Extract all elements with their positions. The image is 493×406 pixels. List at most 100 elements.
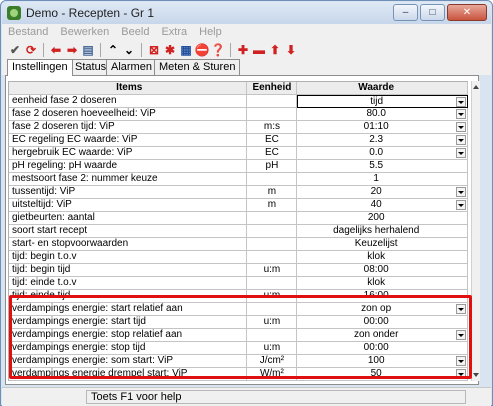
- row-value-text: Keuzelijst: [354, 238, 398, 249]
- row-value[interactable]: 0.0: [297, 147, 468, 160]
- table-row[interactable]: gietbeurten: aantal 200: [9, 212, 468, 225]
- scroll-down-icon[interactable]: [473, 373, 479, 377]
- menu-help[interactable]: Help: [199, 24, 222, 40]
- move-down-icon[interactable]: ⬇: [284, 43, 298, 57]
- header-unit[interactable]: Eenheid: [247, 82, 298, 95]
- row-value[interactable]: klok: [297, 251, 468, 264]
- row-value-text: 0.0: [369, 147, 384, 158]
- print-icon[interactable]: ▦: [179, 43, 193, 57]
- row-item-label: fase 2 doseren tijd: ViP: [9, 121, 248, 134]
- tab-instellingen[interactable]: Instellingen: [7, 59, 73, 76]
- table-row[interactable]: mestsoort fase 2: nummer keuze 1: [9, 173, 468, 186]
- row-unit: m:s: [247, 121, 298, 134]
- row-value[interactable]: 1: [297, 173, 468, 186]
- row-item-label: uitsteltijd: ViP: [9, 199, 248, 212]
- toolbar-separator: [43, 42, 44, 57]
- menu-beeld[interactable]: Beeld: [121, 24, 149, 40]
- row-value[interactable]: Keuzelijst: [297, 238, 468, 251]
- list-icon[interactable]: ▤: [81, 43, 95, 57]
- row-value[interactable]: 200: [297, 212, 468, 225]
- check-icon[interactable]: ✔: [8, 43, 22, 57]
- menu-bestand[interactable]: Bestand: [8, 24, 48, 40]
- dropdown-arrow-icon[interactable]: [456, 109, 466, 119]
- row-unit: m: [247, 199, 298, 212]
- row-value-text: 1: [373, 173, 379, 184]
- arrow-left-icon[interactable]: ⬅: [49, 43, 63, 57]
- dropdown-arrow-icon[interactable]: [456, 148, 466, 158]
- tab-alarmen[interactable]: Alarmen: [106, 59, 157, 75]
- row-value[interactable]: dagelijks herhalend: [297, 225, 468, 238]
- dropdown-arrow-icon[interactable]: [456, 122, 466, 132]
- row-unit: [247, 277, 298, 290]
- row-item-label: tijd: begin t.o.v: [9, 251, 248, 264]
- row-value-text: tijd: [370, 96, 384, 107]
- vertical-scrollbar[interactable]: [471, 81, 480, 381]
- toolbar: ✔ ⟳ ⬅ ➡ ▤ ⌃ ⌄ ⊠ ✱ ▦ ⛔ ❓ ✚ ▬ ⬆ ⬇: [2, 40, 491, 59]
- dropdown-arrow-icon[interactable]: [456, 135, 466, 145]
- table-row[interactable]: eenheid fase 2 doseren tijd: [9, 95, 468, 108]
- status-text: Toets F1 voor help: [86, 390, 466, 404]
- row-unit: [247, 238, 298, 251]
- refresh-icon[interactable]: ⟳: [24, 43, 38, 57]
- menu-extra[interactable]: Extra: [161, 24, 187, 40]
- row-unit: [247, 108, 298, 121]
- header-value[interactable]: Waarde: [297, 82, 468, 95]
- toolbar-separator: [230, 42, 231, 57]
- table-row[interactable]: fase 2 doseren tijd: ViP m:s 01:10: [9, 121, 468, 134]
- add-icon[interactable]: ✚: [236, 43, 250, 57]
- close-button[interactable]: ✕: [447, 4, 487, 21]
- row-value[interactable]: 20: [297, 186, 468, 199]
- dropdown-arrow-icon[interactable]: [456, 187, 466, 197]
- row-item-label: tijd: einde t.o.v: [9, 277, 248, 290]
- row-item-label: soort start recept: [9, 225, 248, 238]
- scroll-up-icon[interactable]: [473, 85, 479, 89]
- table-row[interactable]: tijd: begin t.o.v klok: [9, 251, 468, 264]
- header-items[interactable]: Items: [9, 82, 248, 95]
- dropdown-arrow-icon[interactable]: [456, 97, 466, 107]
- table-row[interactable]: hergebruik EC waarde: ViP EC 0.0: [9, 147, 468, 160]
- row-value[interactable]: 01:10: [297, 121, 468, 134]
- row-value[interactable]: 5.5: [297, 160, 468, 173]
- row-item-label: mestsoort fase 2: nummer keuze: [9, 173, 248, 186]
- row-unit: u:m: [247, 264, 298, 277]
- move-up-icon[interactable]: ⬆: [268, 43, 282, 57]
- app-window: Demo - Recepten - Gr 1 – □ ✕ Bestand Bew…: [0, 0, 493, 406]
- tab-meten-sturen[interactable]: Meten & Sturen: [154, 59, 241, 75]
- dropdown-arrow-icon[interactable]: [456, 200, 466, 210]
- maximize-button[interactable]: □: [420, 4, 445, 21]
- asterisk-icon[interactable]: ✱: [163, 43, 177, 57]
- row-value[interactable]: 80.0: [297, 108, 468, 121]
- row-unit: [247, 225, 298, 238]
- row-item-label: hergebruik EC waarde: ViP: [9, 147, 248, 160]
- row-value[interactable]: tijd: [297, 95, 468, 108]
- table-row[interactable]: tijd: einde t.o.v klok: [9, 277, 468, 290]
- row-value-text: 5.5: [369, 160, 384, 171]
- table-row[interactable]: tijd: begin tijd u:m 08:00: [9, 264, 468, 277]
- table-row[interactable]: start- en stopvoorwaarden Keuzelijst: [9, 238, 468, 251]
- table-row[interactable]: uitsteltijd: ViP m 40: [9, 199, 468, 212]
- row-value[interactable]: 40: [297, 199, 468, 212]
- row-value[interactable]: klok: [297, 277, 468, 290]
- table-header: Items Eenheid Waarde: [9, 82, 468, 95]
- table-row[interactable]: EC regeling EC waarde: ViP EC 2.3: [9, 134, 468, 147]
- stop-icon[interactable]: ⛔: [195, 43, 210, 57]
- row-item-label: EC regeling EC waarde: ViP: [9, 134, 248, 147]
- row-value[interactable]: 08:00: [297, 264, 468, 277]
- tab-status[interactable]: Status: [70, 59, 112, 75]
- table-row[interactable]: soort start recept dagelijks herhalend: [9, 225, 468, 238]
- row-value-text: 20: [370, 186, 382, 197]
- arrow-right-icon[interactable]: ➡: [65, 43, 79, 57]
- row-value-text: 08:00: [363, 264, 389, 275]
- table-row[interactable]: pH regeling: pH waarde pH 5.5: [9, 160, 468, 173]
- table-row[interactable]: fase 2 doseren hoeveelheid: ViP 80.0: [9, 108, 468, 121]
- collapse-icon[interactable]: ⌃: [106, 43, 120, 57]
- help-icon[interactable]: ❓: [211, 43, 226, 57]
- remove-icon[interactable]: ▬: [252, 43, 266, 57]
- expand-icon[interactable]: ⌄: [122, 43, 136, 57]
- menu-bewerken[interactable]: Bewerken: [60, 24, 109, 40]
- table-row[interactable]: tussentijd: ViP m 20: [9, 186, 468, 199]
- status-bar: Toets F1 voor help: [2, 387, 491, 406]
- row-value[interactable]: 2.3: [297, 134, 468, 147]
- minimize-button[interactable]: –: [393, 4, 418, 21]
- delete-icon[interactable]: ⊠: [147, 43, 161, 57]
